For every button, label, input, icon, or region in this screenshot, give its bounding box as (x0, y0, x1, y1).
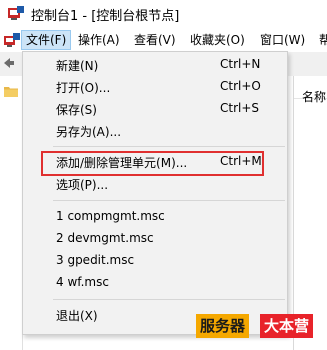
menu-item-save-as[interactable]: 另存为(A)... (23, 120, 287, 142)
menu-item-label: 新建(N) (56, 59, 99, 73)
menu-item-open[interactable]: 打开(O)... Ctrl+O (23, 76, 287, 98)
back-arrow-icon[interactable] (3, 57, 15, 73)
menu-item-recent-1[interactable]: 1 compmgmt.msc (23, 206, 287, 228)
menu-item-shortcut: Ctrl+N (220, 57, 261, 71)
menu-item-label: 退出(X) (56, 309, 98, 323)
console-tree-pane (0, 76, 23, 350)
menu-item-recent-4[interactable]: 4 wf.msc (23, 272, 287, 294)
menu-action[interactable]: 操作(A) (74, 31, 124, 49)
menu-window[interactable]: 窗口(W) (256, 31, 309, 49)
menu-item-label: 3 gpedit.msc (56, 253, 135, 267)
menu-item-options[interactable]: 选项(P)... (23, 173, 287, 195)
menu-item-label: 选项(P)... (56, 178, 109, 192)
window-title: 控制台1 - [控制台根节点] (31, 9, 180, 24)
result-pane: 名称 (294, 76, 327, 350)
menu-help[interactable]: 帮 (315, 31, 327, 49)
menu-view[interactable]: 查看(V) (130, 31, 180, 49)
watermark-server: 服务器 (196, 314, 250, 338)
menu-item-label: 保存(S) (56, 103, 97, 117)
menu-separator (53, 146, 285, 147)
menu-item-recent-3[interactable]: 3 gpedit.msc (23, 250, 287, 272)
file-menu-dropdown: 新建(N) Ctrl+N 打开(O)... Ctrl+O 保存(S) Ctrl+… (22, 51, 288, 335)
menu-item-shortcut: Ctrl+O (220, 79, 261, 93)
mmc-app-icon (8, 6, 24, 20)
menu-favorites[interactable]: 收藏夹(O) (186, 31, 249, 49)
menu-item-label: 1 compmgmt.msc (56, 209, 165, 223)
menu-file[interactable]: 文件(F) (21, 30, 72, 50)
watermark-camp: 大本营 (260, 314, 314, 338)
menu-item-label: 另存为(A)... (56, 125, 122, 139)
menu-item-label: 打开(O)... (56, 81, 111, 95)
menu-item-recent-2[interactable]: 2 devmgmt.msc (23, 228, 287, 250)
menu-bar: 文件(F) 操作(A) 查看(V) 收藏夹(O) 窗口(W) 帮 (0, 28, 327, 52)
menu-separator (53, 200, 285, 201)
folder-icon[interactable] (4, 86, 18, 97)
menu-item-label: 4 wf.msc (56, 275, 109, 289)
menu-item-save[interactable]: 保存(S) Ctrl+S (23, 98, 287, 120)
menu-item-new[interactable]: 新建(N) Ctrl+N (23, 54, 287, 76)
menu-item-label: 2 devmgmt.msc (56, 231, 154, 245)
column-header-name[interactable]: 名称 (302, 88, 326, 105)
console-menu-icon[interactable] (4, 32, 20, 48)
menu-item-shortcut: Ctrl+S (220, 101, 260, 115)
title-bar: 控制台1 - [控制台根节点] (0, 0, 327, 28)
menu-separator (53, 299, 285, 300)
